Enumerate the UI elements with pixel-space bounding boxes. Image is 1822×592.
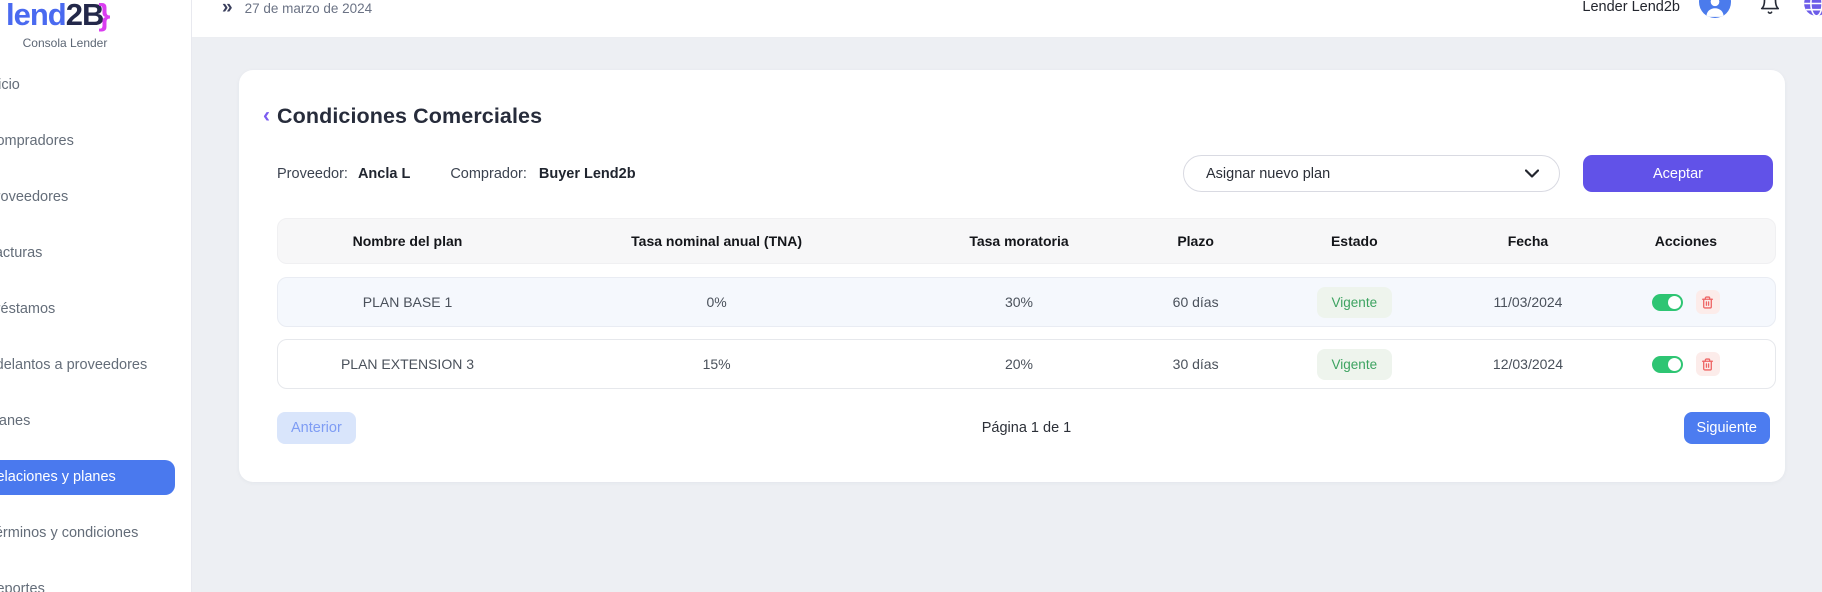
plan-tna: 0%: [537, 294, 896, 310]
sidebar-item-relaciones-y-planes[interactable]: Relaciones y planes: [0, 460, 175, 495]
user-avatar-icon[interactable]: [1699, 0, 1731, 18]
col-header-acciones: Acciones: [1597, 233, 1775, 249]
sidebar-item-adelantos[interactable]: Adelantos a proveedores: [0, 355, 192, 375]
pagination: Anterior Página 1 de 1 Siguiente: [277, 412, 1776, 444]
sidebar: lend2B} Consola Lender Inicio Compradore…: [0, 0, 192, 592]
parties-summary: Proveedor: Ancla L Comprador: Buyer Lend…: [277, 166, 636, 182]
table-row: PLAN BASE 1 0% 30% 60 días Vigente 11/03…: [277, 277, 1776, 327]
plan-tasa-moratoria: 30%: [896, 294, 1142, 310]
plan-name: PLAN BASE 1: [278, 294, 537, 310]
user-name: Lender Lend2b: [1582, 0, 1680, 15]
sidebar-item-compradores[interactable]: Compradores: [0, 131, 192, 151]
trash-icon: [1701, 358, 1714, 371]
table-header-row: Nombre del plan Tasa nominal anual (TNA)…: [277, 218, 1776, 264]
sidebar-item-terminos[interactable]: Términos y condiciones: [0, 523, 192, 543]
logo-subtitle: Consola Lender: [0, 36, 130, 50]
col-header-tasa-moratoria: Tasa moratoria: [896, 233, 1142, 249]
main-content-area: ‹ Condiciones Comerciales Proveedor: Anc…: [192, 38, 1822, 592]
plan-plazo: 30 días: [1142, 356, 1250, 372]
sidebar-item-proveedores[interactable]: Proveedores: [0, 187, 192, 207]
chevron-down-icon: [1525, 169, 1539, 178]
plan-fecha: 12/03/2024: [1459, 356, 1597, 372]
plan-plazo: 60 días: [1142, 294, 1250, 310]
col-header-plazo: Plazo: [1142, 233, 1250, 249]
app-window: lend2B} Consola Lender Inicio Compradore…: [0, 0, 1822, 592]
buyer-label: Comprador:: [450, 166, 527, 182]
sidebar-item-reportes[interactable]: Reportes: [0, 579, 192, 592]
status-badge: Vigente: [1317, 287, 1393, 318]
logo-hook-glyph: }: [98, 0, 109, 32]
sidebar-item-planes[interactable]: Planes: [0, 411, 192, 431]
provider-value: Ancla L: [358, 166, 410, 182]
notifications-bell-icon[interactable]: [1759, 0, 1781, 20]
sidebar-item-facturas[interactable]: Facturas: [0, 243, 192, 263]
sidebar-item-prestamos[interactable]: Préstamos: [0, 299, 192, 319]
language-globe-icon[interactable]: [1803, 0, 1822, 22]
topbar: » 27 de marzo de 2024 Lender Lend2b: [192, 0, 1822, 38]
logo-text-lend: lend: [6, 0, 66, 32]
page-title: Condiciones Comerciales: [277, 104, 542, 129]
page-indicator: Página 1 de 1: [982, 420, 1072, 436]
plan-active-toggle[interactable]: [1652, 356, 1683, 373]
provider-label: Proveedor:: [277, 166, 348, 182]
trash-icon: [1701, 296, 1714, 309]
person-icon: [1702, 0, 1728, 18]
plan-fecha: 11/03/2024: [1459, 294, 1597, 310]
col-header-estado: Estado: [1250, 233, 1460, 249]
col-header-fecha: Fecha: [1459, 233, 1597, 249]
buyer-value: Buyer Lend2b: [539, 166, 636, 182]
plan-tasa-moratoria: 20%: [896, 356, 1142, 372]
app-logo: lend2B}: [6, 0, 109, 33]
status-badge: Vigente: [1317, 349, 1393, 380]
sidebar-collapse-icon[interactable]: »: [222, 1, 233, 15]
table-row: PLAN EXTENSION 3 15% 20% 30 días Vigente…: [277, 339, 1776, 389]
current-date: 27 de marzo de 2024: [245, 1, 373, 16]
col-header-nombre: Nombre del plan: [278, 233, 537, 249]
assign-plan-select-value: Asignar nuevo plan: [1206, 166, 1330, 182]
plans-table: Nombre del plan Tasa nominal anual (TNA)…: [277, 218, 1776, 444]
assign-plan-select[interactable]: Asignar nuevo plan: [1183, 155, 1560, 192]
next-page-button[interactable]: Siguiente: [1684, 412, 1770, 444]
plan-name: PLAN EXTENSION 3: [278, 356, 537, 372]
plan-tna: 15%: [537, 356, 896, 372]
previous-page-button[interactable]: Anterior: [277, 412, 356, 444]
col-header-tna: Tasa nominal anual (TNA): [537, 233, 896, 249]
condiciones-comerciales-card: ‹ Condiciones Comerciales Proveedor: Anc…: [239, 70, 1785, 482]
back-chevron-icon[interactable]: ‹: [263, 103, 270, 129]
accept-button[interactable]: Aceptar: [1583, 155, 1773, 192]
delete-plan-button[interactable]: [1696, 290, 1720, 314]
sidebar-item-inicio[interactable]: Inicio: [0, 75, 192, 95]
delete-plan-button[interactable]: [1696, 352, 1720, 376]
plan-active-toggle[interactable]: [1652, 294, 1683, 311]
